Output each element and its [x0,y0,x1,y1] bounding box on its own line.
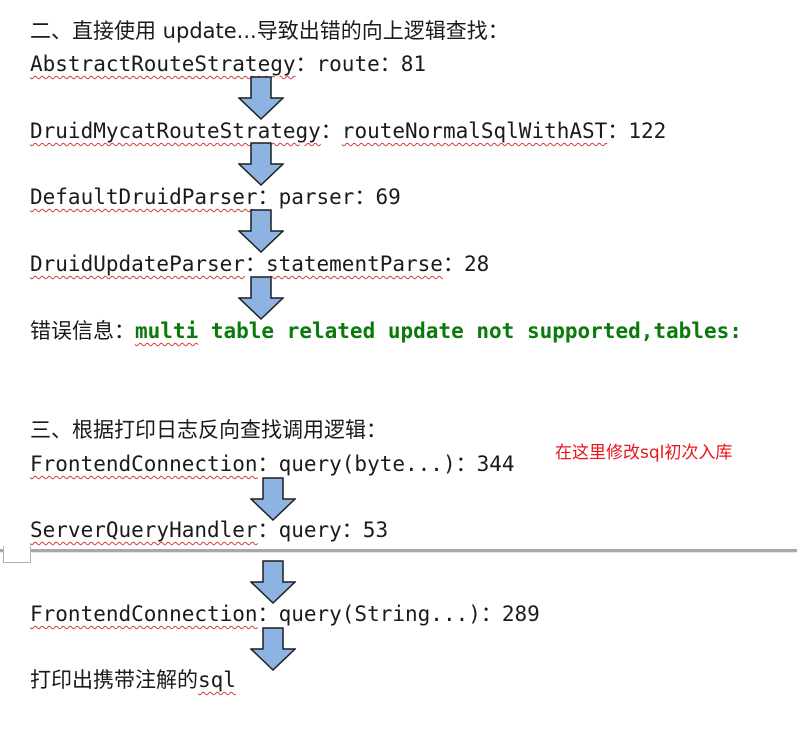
page-gap-line [0,552,797,553]
class-name: FrontendConnection [30,602,258,626]
class-name: AbstractRouteStrategy [30,52,296,76]
class-name: DruidUpdateParser [30,252,245,276]
down-arrow-icon [238,209,284,253]
down-arrow-icon [250,477,296,521]
separator: ： [341,518,363,542]
page-corner-mark [3,546,31,563]
line-number: 81 [400,52,427,76]
separator: ： [257,452,279,476]
annotation-note: 在这里修改sql初次入库 [555,443,733,463]
separator: ： [257,602,279,626]
separator: ： [379,52,401,76]
down-arrow-icon [238,142,284,186]
error-label: 错误信息： [30,319,135,343]
call-step-7: FrontendConnection：query(String...)：289 [30,600,540,628]
class-name: ServerQueryHandler [30,518,258,542]
line-number: 69 [375,185,401,209]
separator: ： [244,252,266,276]
down-arrow-icon [238,276,284,320]
separator: ： [354,185,376,209]
section3-heading: 三、根据打印日志反向查找调用逻辑： [30,418,387,442]
method-name: parser [278,185,355,209]
down-arrow-icon [250,627,296,671]
call-step-5: FrontendConnection：query(byte...)：344 [30,450,515,478]
method-name: route [316,52,380,76]
line-number: 53 [362,518,389,542]
separator: ： [607,119,629,143]
call-step-4: DruidUpdateParser：statementParse：28 [30,250,489,278]
line-number: 28 [463,252,490,276]
class-name: DefaultDruidParser [30,185,258,209]
error-message: 错误信息：multi table related update not supp… [30,317,742,345]
method-name: query(byte...) [278,452,456,476]
final-label: 打印出携带注解的 [30,668,198,692]
down-arrow-icon [250,560,296,604]
method-name: statementParse [265,252,443,276]
down-arrow-icon [238,76,284,120]
final-code: sql [198,668,236,692]
separator: ： [257,518,279,542]
separator: ： [480,602,502,626]
error-text: table related update not supported,table… [198,319,742,343]
section2-heading: 二、直接使用 update...导致出错的向上逻辑查找： [30,19,509,43]
final-line: 打印出携带注解的sql [30,666,236,694]
class-name: FrontendConnection [30,452,258,476]
call-step-3: DefaultDruidParser：parser：69 [30,183,401,211]
separator: ： [442,252,464,276]
line-number: 289 [501,602,540,626]
call-step-6: ServerQueryHandler：query：53 [30,516,388,544]
class-name: DruidMycatRouteStrategy [30,119,321,143]
line-number: 344 [476,452,515,476]
separator: ： [257,185,279,209]
method-name: routeNormalSqlWithAST [341,119,608,143]
separator: ： [455,452,477,476]
separator: ： [295,52,317,76]
call-step-1: AbstractRouteStrategy：route：81 [30,50,426,78]
separator: ： [320,119,342,143]
method-name: query(String...) [278,602,481,626]
line-number: 122 [628,119,667,143]
method-name: query [278,518,342,542]
call-step-2: DruidMycatRouteStrategy：routeNormalSqlWi… [30,117,666,145]
error-word: multi [135,319,199,343]
